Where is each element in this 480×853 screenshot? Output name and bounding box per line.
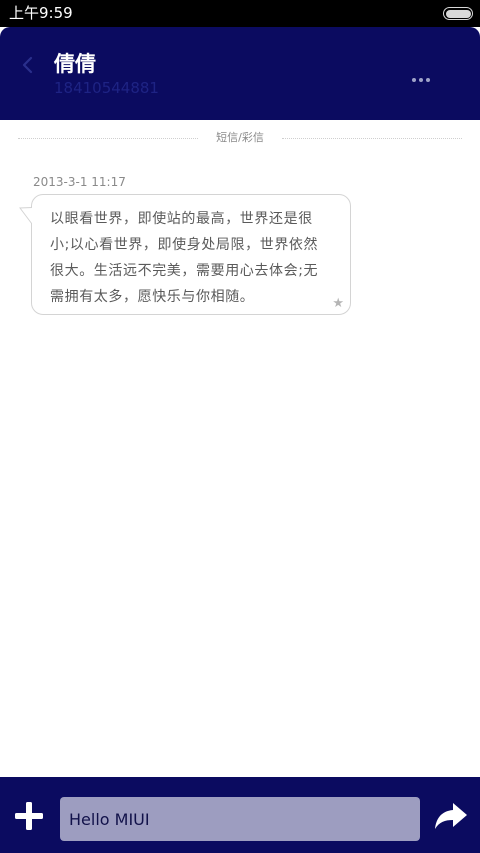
battery-icon xyxy=(443,7,473,20)
message-type-divider: 短信/彩信 xyxy=(18,130,462,146)
battery-fill xyxy=(445,9,471,18)
message-timestamp: 2013-3-1 11:17 xyxy=(33,175,126,189)
more-dot xyxy=(412,78,416,82)
star-icon[interactable]: ★ xyxy=(332,296,344,312)
send-icon[interactable] xyxy=(434,801,468,831)
back-icon[interactable] xyxy=(18,53,38,77)
more-icon[interactable] xyxy=(412,67,440,82)
message-text: 以眼看世界，即使站的最高，世界还是很小;以心看世界，即使身处局限，世界依然很大。… xyxy=(50,211,319,305)
more-dot xyxy=(426,78,430,82)
status-time: 上午9:59 xyxy=(9,4,73,22)
compose-bar xyxy=(0,777,480,853)
plus-icon[interactable] xyxy=(14,801,44,831)
divider-label-wrap: 短信/彩信 xyxy=(18,130,462,146)
bubble-tail xyxy=(19,207,35,225)
message-input[interactable] xyxy=(60,797,420,841)
status-bar: 上午9:59 xyxy=(0,0,480,27)
more-dot xyxy=(419,78,423,82)
contact-number: 18410544881 xyxy=(54,79,159,97)
conversation-header: 倩倩 18410544881 xyxy=(0,27,480,120)
message-bubble[interactable]: 以眼看世界，即使站的最高，世界还是很小;以心看世界，即使身处局限，世界依然很大。… xyxy=(31,194,351,315)
contact-name[interactable]: 倩倩 xyxy=(54,51,96,77)
divider-label: 短信/彩信 xyxy=(210,131,270,144)
